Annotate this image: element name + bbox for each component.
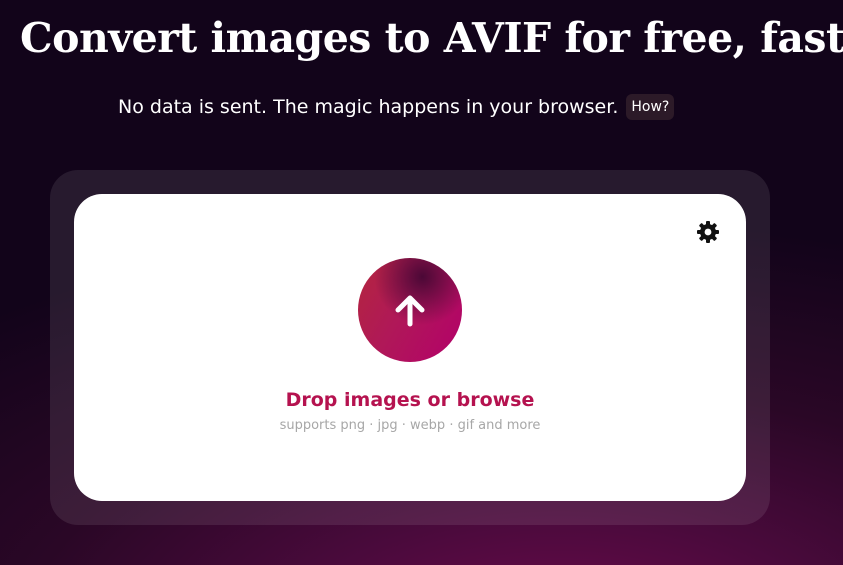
arrow-up-icon <box>395 295 425 327</box>
gear-icon <box>697 221 719 243</box>
settings-button[interactable] <box>694 218 722 246</box>
privacy-note-text: No data is sent. The magic happens in yo… <box>118 96 619 118</box>
privacy-note: No data is sent. The magic happens in yo… <box>118 94 675 120</box>
page-headline: Convert images to AVIF for free, fast. <box>20 14 843 62</box>
how-button[interactable]: How? <box>626 94 675 120</box>
drop-title[interactable]: Drop images or browse <box>74 389 746 411</box>
upload-button[interactable] <box>358 258 462 362</box>
supported-formats-hint: supports png · jpg · webp · gif and more <box>279 418 541 433</box>
dropzone[interactable]: Drop images or browse supports png · jpg… <box>74 194 746 501</box>
